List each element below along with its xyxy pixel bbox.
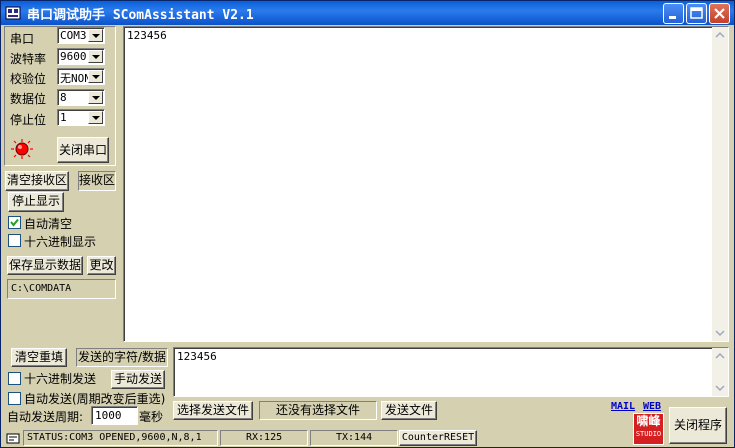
send-data-label: 发送的字符/数据 bbox=[76, 348, 168, 367]
scroll-up-arrow[interactable] bbox=[712, 348, 728, 364]
period-unit-label: 毫秒 bbox=[139, 410, 164, 424]
hex-display-checkbox[interactable] bbox=[8, 234, 21, 247]
chevron-down-icon bbox=[715, 330, 725, 337]
port-status-indicator-icon bbox=[10, 138, 34, 160]
scroll-up-arrow[interactable] bbox=[712, 27, 728, 43]
baud-select[interactable]: 9600 bbox=[57, 48, 105, 65]
auto-send-period-input[interactable]: 1000 bbox=[91, 406, 138, 425]
clear-receive-button[interactable]: 清空接收区 bbox=[5, 171, 69, 191]
save-display-data-button[interactable]: 保存显示数据 bbox=[7, 256, 83, 275]
parity-select[interactable]: 无NONE bbox=[57, 68, 105, 85]
window-title: 串口调试助手 SComAssistant V2.1 bbox=[27, 8, 254, 23]
chevron-down-icon[interactable] bbox=[88, 50, 103, 63]
app-icon bbox=[5, 5, 21, 21]
status-bar-icon bbox=[6, 431, 20, 445]
maximize-button[interactable] bbox=[686, 3, 707, 24]
select-send-file-button[interactable]: 选择发送文件 bbox=[173, 401, 253, 420]
counter-reset-button[interactable]: CounterRESET bbox=[399, 430, 477, 446]
chevron-down-icon[interactable] bbox=[88, 29, 103, 42]
send-scrollbar[interactable] bbox=[712, 348, 728, 396]
data-bits-label: 数据位 bbox=[10, 92, 47, 106]
minimize-icon bbox=[669, 16, 676, 19]
auto-clear-checkbox[interactable] bbox=[8, 216, 21, 229]
tx-counter: TX:144 bbox=[310, 430, 398, 446]
manual-send-button[interactable]: 手动发送 bbox=[111, 370, 165, 389]
studio-logo: 啸峰 STUDIO bbox=[633, 413, 664, 445]
stop-bits-select[interactable]: 1 bbox=[57, 109, 105, 126]
stop-bits-label: 停止位 bbox=[10, 113, 47, 127]
chevron-up-icon bbox=[715, 352, 725, 359]
chevron-down-icon[interactable] bbox=[88, 111, 103, 124]
minimize-button[interactable] bbox=[663, 3, 684, 24]
send-content: 123456 bbox=[177, 350, 217, 363]
auto-clear-label[interactable]: 自动清空 bbox=[24, 215, 72, 232]
receive-scrollbar[interactable] bbox=[712, 27, 728, 341]
exit-program-button[interactable]: 关闭程序 bbox=[669, 407, 727, 444]
auto-send-checkbox[interactable] bbox=[8, 392, 21, 405]
close-icon bbox=[714, 8, 725, 19]
send-file-button[interactable]: 发送文件 bbox=[381, 401, 437, 420]
scroll-down-arrow[interactable] bbox=[712, 325, 728, 341]
mail-link[interactable]: MAIL bbox=[611, 401, 635, 412]
hex-send-checkbox[interactable] bbox=[8, 372, 21, 385]
receive-content: 123456 bbox=[127, 29, 167, 42]
clear-send-button[interactable]: 清空重填 bbox=[11, 348, 67, 367]
chevron-down-icon[interactable] bbox=[88, 70, 103, 83]
change-path-button[interactable]: 更改 bbox=[87, 256, 116, 275]
baud-label: 波特率 bbox=[10, 52, 47, 66]
scroll-down-arrow[interactable] bbox=[712, 380, 728, 396]
rx-counter: RX:125 bbox=[220, 430, 308, 446]
title-bar[interactable]: 串口调试助手 SComAssistant V2.1 bbox=[1, 1, 734, 25]
hex-send-label[interactable]: 十六进制发送 bbox=[24, 370, 96, 387]
auto-send-period-label: 自动发送周期: bbox=[7, 410, 84, 424]
file-status-label: 还没有选择文件 bbox=[259, 401, 377, 420]
maximize-icon bbox=[690, 7, 703, 19]
receive-textarea[interactable]: 123456 bbox=[123, 26, 729, 342]
hex-display-label[interactable]: 十六进制显示 bbox=[24, 233, 96, 250]
data-bits-select[interactable]: 8 bbox=[57, 89, 105, 106]
save-path-field: C:\COMDATA bbox=[7, 279, 116, 299]
port-label: 串口 bbox=[10, 32, 35, 46]
stop-display-button[interactable]: 停止显示 bbox=[8, 192, 64, 212]
status-text: STATUS:COM3 OPENED,9600,N,8,1 bbox=[23, 430, 218, 446]
chevron-down-icon[interactable] bbox=[88, 91, 103, 104]
checkmark-icon bbox=[10, 218, 19, 227]
auto-send-label[interactable]: 自动发送(周期改变后重选) bbox=[24, 390, 165, 407]
app-window: 串口调试助手 SComAssistant V2.1 串口 COM3 波特率 96… bbox=[0, 0, 735, 448]
port-select[interactable]: COM3 bbox=[57, 27, 105, 44]
close-window-button[interactable] bbox=[709, 3, 730, 24]
chevron-down-icon bbox=[715, 385, 725, 392]
send-textarea[interactable]: 123456 bbox=[173, 347, 729, 397]
chevron-up-icon bbox=[715, 31, 725, 38]
parity-label: 校验位 bbox=[10, 72, 47, 86]
receive-area-label: 接收区 bbox=[78, 171, 116, 191]
web-link[interactable]: WEB bbox=[643, 401, 661, 412]
close-port-button[interactable]: 关闭串口 bbox=[57, 137, 109, 163]
